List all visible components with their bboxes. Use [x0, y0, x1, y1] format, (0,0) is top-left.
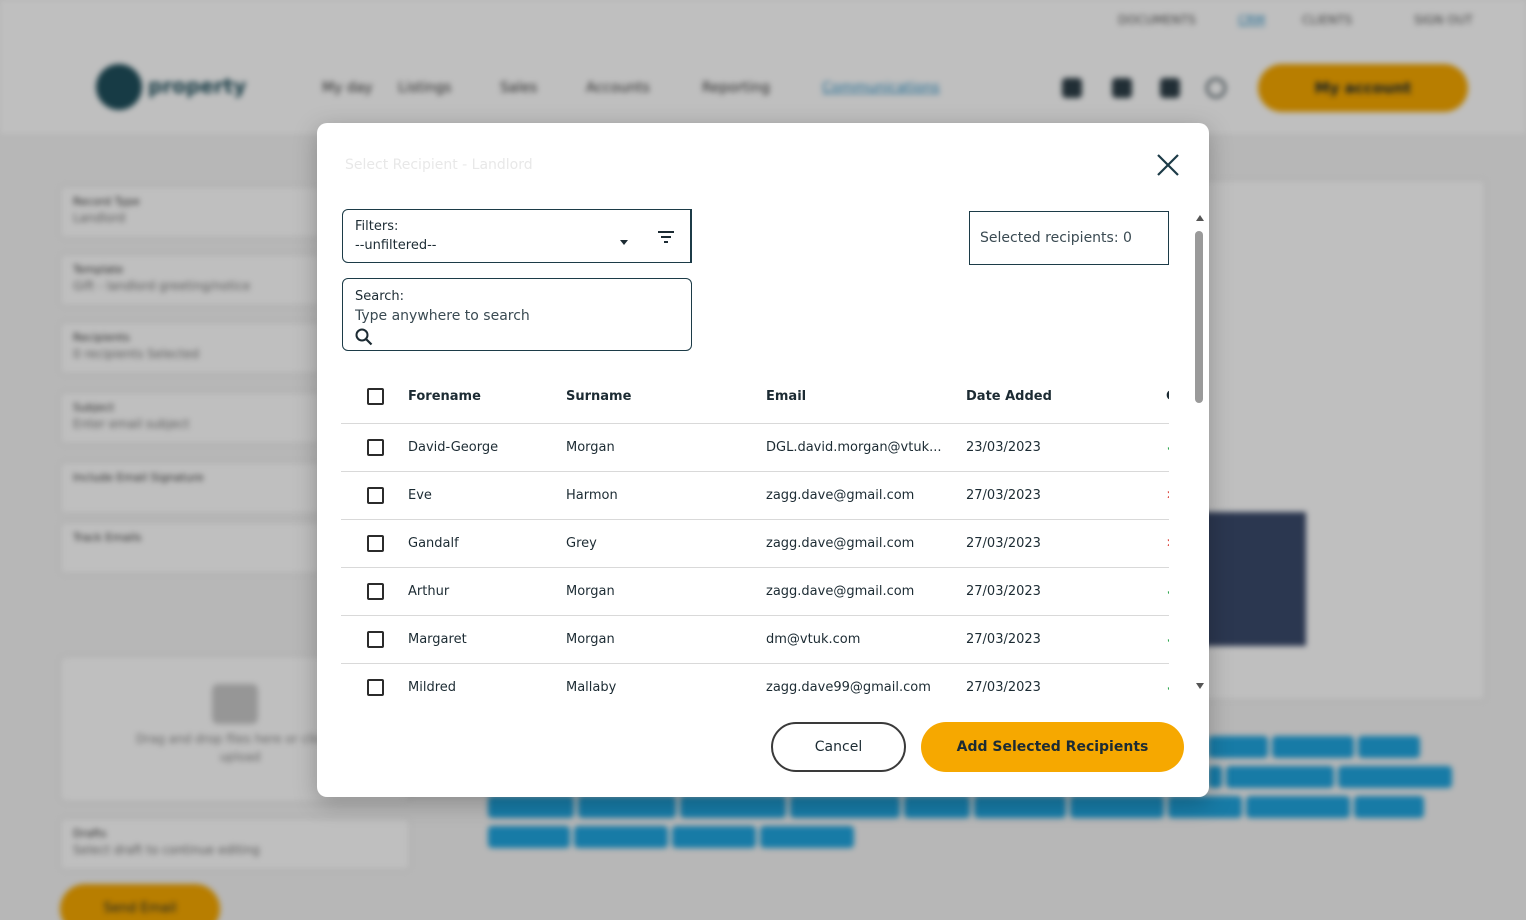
status-cell: ✓ — [1166, 663, 1169, 707]
table-row[interactable]: Eve Harmon zagg.dave@gmail.com 27/03/202… — [341, 471, 1169, 520]
row-checkbox-cell — [341, 567, 408, 616]
select-recipient-modal: Select Recipient - Landlord Filters: --u… — [317, 123, 1209, 797]
column-header-forename[interactable]: Forename — [408, 371, 566, 424]
email-cell: DGL.david.morgan@vtuk... — [766, 423, 966, 472]
row-checkbox[interactable] — [367, 486, 384, 504]
status-cell: ✓ — [1166, 615, 1169, 664]
surname-cell: Mallaby — [566, 663, 766, 707]
scroll-up-icon[interactable] — [1196, 215, 1204, 221]
table-row[interactable]: Gandalf Grey zagg.dave@gmail.com 27/03/2… — [341, 519, 1169, 568]
forename-cell: Gandalf — [408, 519, 566, 568]
forename-cell: Eve — [408, 471, 566, 520]
row-checkbox-cell — [341, 663, 408, 707]
table-row[interactable]: Mildred Mallaby zagg.dave99@gmail.com 27… — [341, 663, 1169, 707]
date-added-cell: 27/03/2023 — [966, 567, 1166, 616]
email-cell: zagg.dave99@gmail.com — [766, 663, 966, 707]
date-added-cell: 27/03/2023 — [966, 615, 1166, 664]
selected-recipients-text: Selected recipients: 0 — [980, 230, 1132, 246]
selected-recipients-count: Selected recipients: 0 — [969, 211, 1169, 265]
status-cell: ✕ — [1166, 519, 1169, 568]
caret-down-icon[interactable] — [620, 240, 628, 245]
filters-dropdown[interactable]: Filters: --unfiltered-- — [342, 209, 692, 263]
date-added-cell: 23/03/2023 — [966, 423, 1166, 472]
recipients-table: Forename Surname Email Date Added C Davi… — [341, 371, 1169, 707]
email-cell: zagg.dave@gmail.com — [766, 471, 966, 520]
column-header-date-added[interactable]: Date Added — [966, 371, 1166, 424]
cross-icon: ✕ — [1166, 536, 1169, 550]
cancel-button[interactable]: Cancel — [771, 722, 906, 772]
email-cell: zagg.dave@gmail.com — [766, 567, 966, 616]
row-checkbox-cell — [341, 423, 408, 472]
row-checkbox[interactable] — [367, 630, 384, 648]
table-row[interactable]: Margaret Morgan dm@vtuk.com 27/03/2023 ✓ — [341, 615, 1169, 664]
select-all-checkbox[interactable] — [367, 388, 384, 406]
filter-icon[interactable] — [657, 229, 675, 245]
forename-cell: David-George — [408, 423, 566, 472]
search-label: Search: — [355, 289, 405, 304]
email-cell: zagg.dave@gmail.com — [766, 519, 966, 568]
filters-label: Filters: — [355, 219, 399, 234]
row-checkbox[interactable] — [367, 534, 384, 552]
status-cell: ✓ — [1166, 423, 1169, 472]
column-header-email[interactable]: Email — [766, 371, 966, 424]
forename-cell: Mildred — [408, 663, 566, 707]
check-icon: ✓ — [1166, 680, 1169, 694]
status-cell: ✕ — [1166, 471, 1169, 520]
check-icon: ✓ — [1166, 440, 1169, 454]
surname-cell: Morgan — [566, 567, 766, 616]
surname-cell: Grey — [566, 519, 766, 568]
cross-icon: ✕ — [1166, 488, 1169, 502]
row-checkbox[interactable] — [367, 678, 384, 696]
surname-cell: Harmon — [566, 471, 766, 520]
table-row[interactable]: Arthur Morgan zagg.dave@gmail.com 27/03/… — [341, 567, 1169, 616]
search-input[interactable] — [355, 305, 675, 327]
row-checkbox-cell — [341, 471, 408, 520]
date-added-cell: 27/03/2023 — [966, 471, 1166, 520]
table-row[interactable]: David-George Morgan DGL.david.morgan@vtu… — [341, 423, 1169, 472]
column-header-surname[interactable]: Surname — [566, 371, 766, 424]
close-icon — [1157, 154, 1179, 176]
filters-value: --unfiltered-- — [355, 238, 437, 253]
column-header-status[interactable]: C — [1166, 371, 1169, 424]
search-icon[interactable] — [355, 328, 373, 346]
check-icon: ✓ — [1166, 632, 1169, 646]
check-icon: ✓ — [1166, 584, 1169, 598]
date-added-cell: 27/03/2023 — [966, 663, 1166, 707]
select-all-cell — [341, 371, 408, 424]
row-checkbox[interactable] — [367, 438, 384, 456]
close-button[interactable] — [1153, 150, 1183, 180]
modal-title: Select Recipient - Landlord — [345, 157, 533, 173]
email-cell: dm@vtuk.com — [766, 615, 966, 664]
surname-cell: Morgan — [566, 423, 766, 472]
forename-cell: Margaret — [408, 615, 566, 664]
row-checkbox-cell — [341, 615, 408, 664]
add-selected-recipients-button[interactable]: Add Selected Recipients — [921, 722, 1184, 772]
modal-scrollbar[interactable] — [1194, 215, 1206, 693]
scrollbar-thumb[interactable] — [1195, 231, 1203, 403]
row-checkbox-cell — [341, 519, 408, 568]
search-field[interactable]: Search: — [342, 278, 692, 351]
table-header-row: Forename Surname Email Date Added C — [341, 371, 1169, 424]
date-added-cell: 27/03/2023 — [966, 519, 1166, 568]
scroll-down-icon[interactable] — [1196, 683, 1204, 689]
row-checkbox[interactable] — [367, 582, 384, 600]
forename-cell: Arthur — [408, 567, 566, 616]
surname-cell: Morgan — [566, 615, 766, 664]
status-cell: ✓ — [1166, 567, 1169, 616]
